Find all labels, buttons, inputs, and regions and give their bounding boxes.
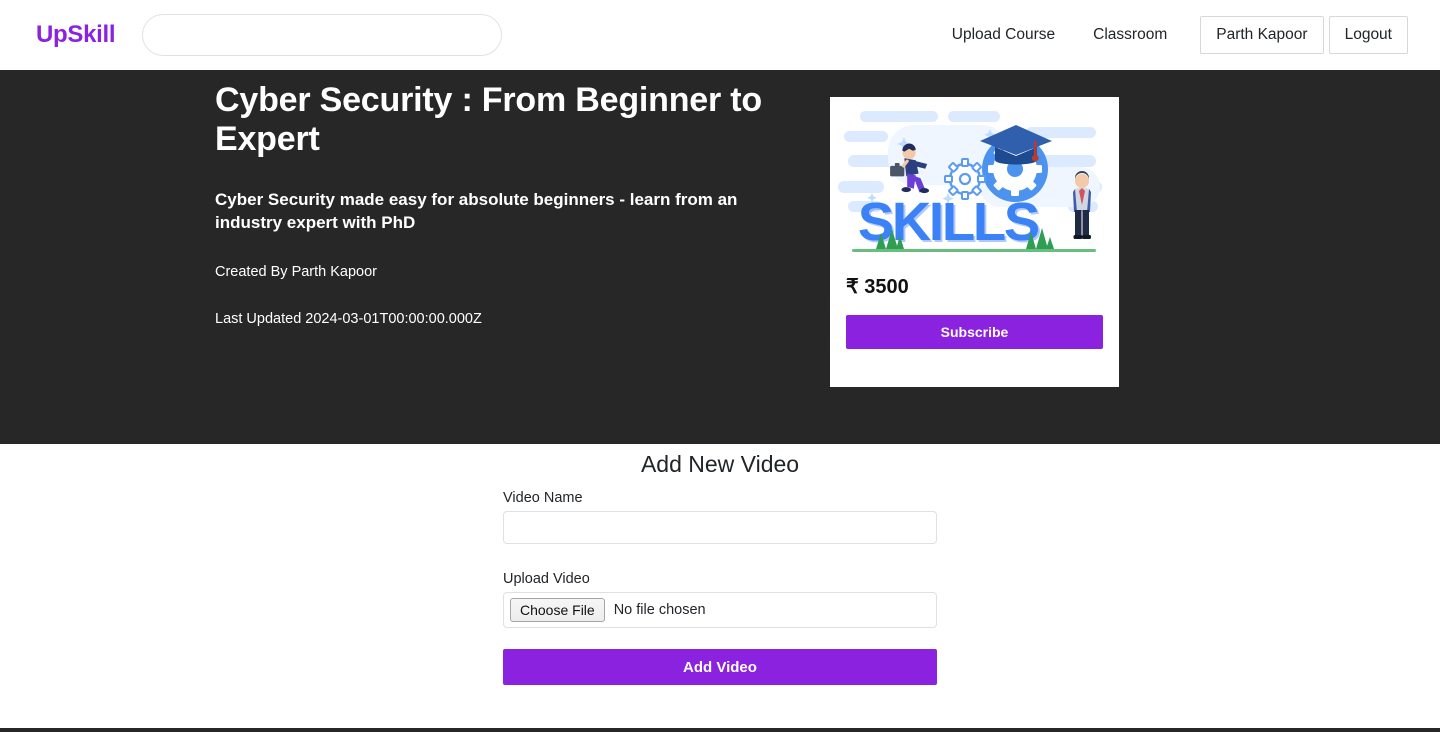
footer-bar (0, 728, 1440, 732)
course-author: Created By Parth Kapoor (215, 264, 378, 281)
brand-logo[interactable]: UpSkill (36, 21, 116, 49)
course-last-updated: Last Updated 2024-03-01T00:00:00.000Z (215, 310, 482, 327)
logout-button[interactable]: Logout (1328, 16, 1408, 54)
upload-video-file-input[interactable]: Choose File No file chosen (503, 592, 937, 628)
form-spacer (503, 544, 937, 571)
upload-video-label: Upload Video (503, 571, 590, 587)
nav-link-upload-course[interactable]: Upload Course (942, 20, 1065, 50)
subscribe-button[interactable]: Subscribe (846, 315, 1103, 349)
course-subtitle: Cyber Security made easy for absolute be… (215, 190, 738, 233)
file-chosen-status: No file chosen (613, 602, 706, 618)
course-title: Cyber Security : From Beginner to Expert (215, 81, 762, 159)
add-video-heading: Add New Video (640, 451, 800, 477)
course-price: ₹ 3500 (846, 276, 909, 298)
video-name-input[interactable] (503, 511, 937, 544)
course-purchase-card: SKILLS SKILLS SKILLS ₹ 3500 Subscribe (830, 97, 1119, 387)
choose-file-button[interactable]: Choose File (510, 598, 605, 622)
add-video-section: Add New Video Video Name Upload Video Ch… (0, 444, 1440, 730)
site-header: UpSkill Upload Course Classroom Parth Ka… (0, 0, 1440, 72)
hero-text-block: Cyber Security : From Beginner to Expert… (215, 81, 795, 329)
add-video-form: Add New Video Video Name Upload Video Ch… (503, 451, 937, 685)
skills-illustration-icon: SKILLS SKILLS SKILLS (830, 97, 1119, 257)
course-hero-banner: Cyber Security : From Beginner to Expert… (0, 72, 1440, 444)
add-video-submit-button[interactable]: Add Video (503, 649, 937, 685)
search-input[interactable] (142, 14, 503, 56)
video-name-label: Video Name (503, 490, 583, 506)
page-root: UpSkill Upload Course Classroom Parth Ka… (0, 0, 1440, 732)
user-profile-button[interactable]: Parth Kapoor (1200, 16, 1324, 54)
nav-link-classroom[interactable]: Classroom (1083, 20, 1177, 50)
svg-text:SKILLS: SKILLS (858, 192, 1038, 252)
header-nav: Upload Course Classroom Parth Kapoor Log… (942, 16, 1408, 54)
